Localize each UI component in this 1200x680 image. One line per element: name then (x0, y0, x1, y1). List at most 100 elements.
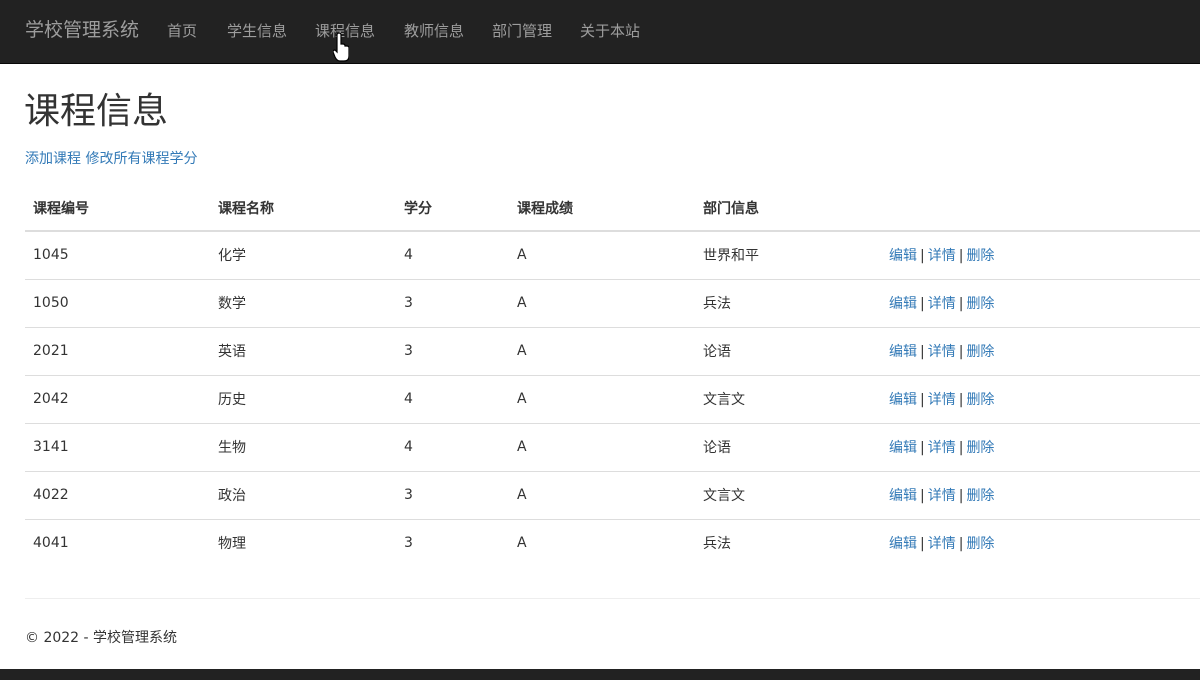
cell-credits: 3 (396, 326, 509, 375)
action-separator: | (920, 392, 925, 408)
row-actions: 编辑 | 详情 | 删除 (881, 230, 1200, 279)
details-link[interactable]: 详情 (928, 296, 956, 312)
hand-cursor-icon (333, 33, 349, 62)
details-link[interactable]: 详情 (928, 488, 956, 504)
cell-course-name: 政治 (210, 470, 396, 519)
cell-department: 兵法 (695, 518, 881, 567)
cell-course-name: 英语 (210, 326, 396, 375)
header-grade: 课程成绩 (509, 185, 695, 232)
delete-link[interactable]: 删除 (966, 248, 994, 264)
bottom-bar (0, 669, 1200, 680)
details-link[interactable]: 详情 (928, 344, 956, 360)
cell-course-id: 3141 (25, 422, 210, 471)
action-separator: | (920, 296, 925, 312)
edit-link[interactable]: 编辑 (889, 488, 917, 504)
delete-link[interactable]: 删除 (966, 488, 994, 504)
page-title: 课程信息 (24, 91, 169, 132)
cell-grade: A (509, 278, 695, 327)
delete-link[interactable]: 删除 (966, 296, 994, 312)
action-separator: | (920, 536, 925, 553)
table-row: 2042 历史 4 A 文言文 编辑 | 详情 | 删除 (25, 374, 1200, 423)
row-actions: 编辑 | 详情 | 删除 (881, 518, 1200, 567)
row-actions: 编辑 | 详情 | 删除 (881, 422, 1200, 471)
edit-link[interactable]: 编辑 (889, 296, 917, 312)
nav-item-students[interactable]: 学生信息 (227, 20, 287, 42)
cell-credits: 4 (396, 230, 509, 279)
cell-course-id: 1045 (25, 230, 210, 279)
courses-table: 课程编号 课程名称 学分 课程成绩 部门信息 1045 化学 4 A 世界和平 编辑 | 详情… (25, 185, 1200, 567)
cell-grade: A (509, 326, 695, 375)
action-separator: | (958, 296, 964, 312)
cell-grade: A (509, 422, 695, 471)
action-separator: | (958, 536, 964, 553)
nav-item-about[interactable]: 关于本站 (580, 20, 640, 42)
row-actions: 编辑 | 详情 | 删除 (881, 374, 1200, 423)
cell-credits: 3 (396, 518, 509, 567)
cell-course-name: 数学 (210, 278, 396, 327)
row-actions: 编辑 | 详情 | 删除 (881, 278, 1200, 327)
table-row: 4041 物理 3 A 兵法 编辑 | 详情 | 删除 (25, 518, 1200, 567)
delete-link[interactable]: 删除 (966, 392, 994, 408)
cell-department: 文言文 (695, 374, 881, 423)
footer-divider (25, 598, 1200, 599)
action-separator: | (920, 488, 925, 504)
brand-link[interactable]: 学校管理系统 (25, 16, 139, 44)
header-credits: 学分 (396, 185, 509, 232)
cell-department: 文言文 (695, 470, 881, 519)
cell-grade: A (509, 230, 695, 279)
action-separator: | (958, 392, 964, 408)
cell-department: 兵法 (695, 278, 881, 327)
top-navbar: 学校管理系统 首页 学生信息 课程信息 教师信息 部门管理 关于本站 (0, 0, 1200, 64)
cell-department: 世界和平 (695, 230, 881, 279)
header-department: 部门信息 (695, 185, 881, 232)
nav-item-home[interactable]: 首页 (167, 20, 197, 42)
action-separator: | (958, 488, 964, 504)
delete-link[interactable]: 删除 (966, 536, 994, 552)
table-row: 1045 化学 4 A 世界和平 编辑 | 详情 | 删除 (25, 230, 1200, 279)
details-link[interactable]: 详情 (928, 248, 956, 264)
page-actions: 添加课程 修改所有课程学分 (25, 149, 197, 169)
row-actions: 编辑 | 详情 | 删除 (881, 326, 1200, 375)
add-course-link[interactable]: 添加课程 (25, 151, 81, 167)
cell-grade: A (509, 470, 695, 519)
table-row: 4022 政治 3 A 文言文 编辑 | 详情 | 删除 (25, 470, 1200, 519)
action-separator: | (958, 248, 964, 265)
table-row: 3141 生物 4 A 论语 编辑 | 详情 | 删除 (25, 422, 1200, 471)
header-course-name: 课程名称 (210, 185, 396, 232)
cell-grade: A (509, 374, 695, 423)
edit-link[interactable]: 编辑 (889, 440, 917, 456)
action-separator: | (920, 344, 925, 360)
cell-credits: 4 (396, 422, 509, 471)
header-actions (881, 185, 1200, 232)
details-link[interactable]: 详情 (928, 392, 956, 408)
cell-course-name: 物理 (210, 518, 396, 567)
cell-department: 论语 (695, 422, 881, 471)
table-row: 2021 英语 3 A 论语 编辑 | 详情 | 删除 (25, 326, 1200, 375)
delete-link[interactable]: 删除 (966, 344, 994, 360)
edit-link[interactable]: 编辑 (889, 392, 917, 408)
cell-department: 论语 (695, 326, 881, 375)
action-separator: | (920, 248, 925, 265)
row-actions: 编辑 | 详情 | 删除 (881, 470, 1200, 519)
cell-course-name: 化学 (210, 230, 396, 279)
edit-all-credits-link[interactable]: 修改所有课程学分 (85, 151, 197, 167)
cell-course-id: 1050 (25, 278, 210, 327)
table-row: 1050 数学 3 A 兵法 编辑 | 详情 | 删除 (25, 278, 1200, 327)
cell-credits: 3 (396, 470, 509, 519)
edit-link[interactable]: 编辑 (889, 536, 917, 552)
action-separator: | (958, 344, 964, 360)
edit-link[interactable]: 编辑 (889, 248, 917, 264)
edit-link[interactable]: 编辑 (889, 344, 917, 360)
action-separator: | (958, 440, 964, 456)
details-link[interactable]: 详情 (928, 440, 956, 456)
details-link[interactable]: 详情 (928, 536, 956, 552)
cell-credits: 4 (396, 374, 509, 423)
cell-course-name: 历史 (210, 374, 396, 423)
nav-item-departments[interactable]: 部门管理 (492, 20, 552, 42)
cell-grade: A (509, 518, 695, 567)
cell-credits: 3 (396, 278, 509, 327)
nav-item-teachers[interactable]: 教师信息 (404, 20, 464, 42)
cell-course-id: 2021 (25, 326, 210, 375)
delete-link[interactable]: 删除 (966, 440, 994, 456)
action-separator: | (920, 440, 925, 456)
